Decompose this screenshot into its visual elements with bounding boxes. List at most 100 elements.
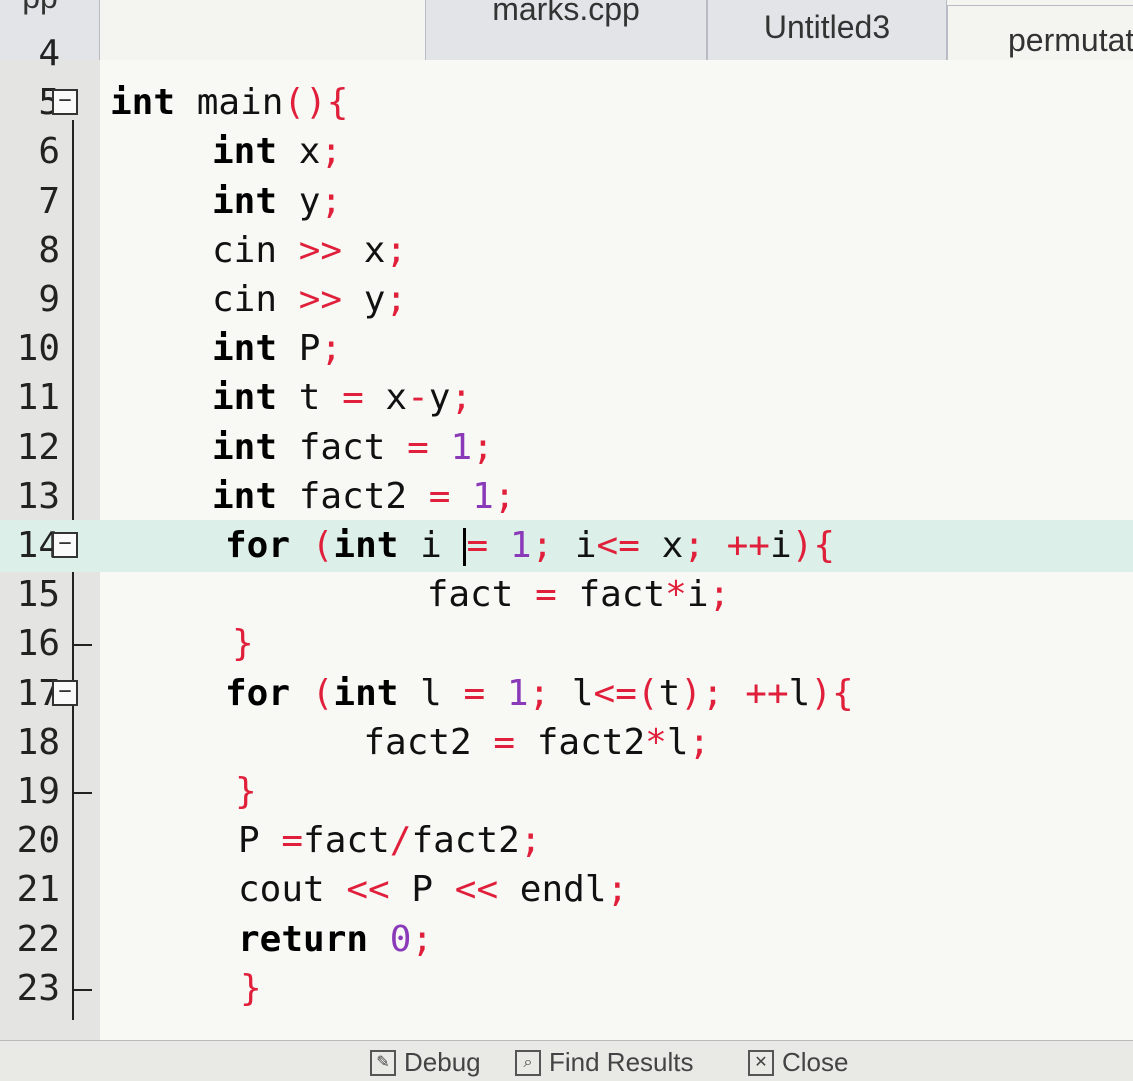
code-line[interactable]: 10 int P;: [0, 323, 1133, 375]
code-token: ;: [320, 131, 343, 173]
code-token: i: [769, 525, 792, 566]
code-token: fact2: [320, 721, 494, 763]
code-token: l: [398, 672, 464, 714]
code-line[interactable]: 19}: [0, 766, 1133, 818]
code-line[interactable]: 13 int fact2 = 1;: [0, 471, 1133, 523]
code-line[interactable]: 22 return 0;: [0, 914, 1133, 966]
fold-end-marker: [72, 792, 92, 794]
code-token: P: [277, 328, 321, 370]
code-token: 0: [368, 918, 412, 960]
line-number: 21: [16, 869, 60, 911]
code-text: int fact = 1;: [212, 422, 494, 474]
code-token: ;: [472, 426, 494, 468]
code-token: x: [363, 377, 408, 419]
code-line[interactable]: 20 P =fact/fact2;: [0, 815, 1133, 867]
line-number: 4: [38, 33, 60, 74]
code-token: =: [535, 574, 557, 616]
code-line[interactable]: 7 int y;: [0, 176, 1133, 228]
code-text: cin >> x;: [212, 225, 407, 277]
code-text: int t = x-y;: [212, 372, 472, 424]
code-token: x: [277, 131, 321, 173]
code-token: i: [553, 525, 597, 566]
tab-label: marks.cpp: [492, 0, 640, 27]
code-token: 1: [485, 672, 529, 714]
debug-tab[interactable]: ✎ Debug: [370, 1047, 481, 1078]
code-token: P: [389, 869, 455, 911]
code-token: t: [658, 672, 681, 714]
code-line[interactable]: 14− for (int i = 1; i<= x; ++i){: [0, 520, 1133, 572]
code-line[interactable]: 8 cin >> x;: [0, 225, 1133, 277]
code-text: int main(){: [110, 77, 348, 129]
find-results-tab[interactable]: ⌕ Find Results: [515, 1047, 694, 1078]
code-token: ;: [688, 721, 711, 763]
code-line[interactable]: 17− for (int l = 1; l<=(t); ++l){: [0, 668, 1133, 720]
close-label: Close: [782, 1047, 849, 1077]
fold-toggle-icon[interactable]: −: [52, 679, 78, 706]
code-token: main: [175, 82, 284, 124]
code-token: 1: [450, 475, 494, 517]
code-token: }: [235, 771, 257, 812]
code-token: <<: [454, 869, 499, 911]
code-token: ;: [320, 180, 343, 222]
line-number: 7: [38, 180, 60, 222]
code-token: ;: [528, 672, 572, 714]
code-token: ;: [606, 869, 629, 911]
line-number: 16: [16, 623, 60, 665]
line-number: 9: [38, 279, 60, 320]
code-text: int y;: [212, 176, 342, 228]
code-line[interactable]: 6 int x;: [0, 126, 1133, 178]
code-line[interactable]: 12 int fact = 1;: [0, 422, 1133, 474]
code-token: P: [238, 820, 282, 862]
code-token: =: [407, 426, 429, 468]
code-line[interactable]: 16}: [0, 618, 1133, 670]
code-token: *: [665, 574, 687, 616]
code-token: ;: [708, 574, 731, 616]
code-token: y: [342, 279, 386, 320]
find-results-label: Find Results: [549, 1047, 694, 1077]
line-number: 23: [16, 967, 60, 1009]
line-number: 19: [16, 771, 60, 812]
code-line[interactable]: 15 fact = fact*i;: [0, 569, 1133, 621]
code-token: -: [407, 377, 429, 419]
code-token: 1: [488, 525, 532, 566]
fold-end-marker: [72, 988, 92, 991]
code-token: fact2: [515, 721, 646, 763]
line-number: 11: [16, 377, 60, 419]
code-editor[interactable]: 4 5− int main(){6 int x; 7 int y; 8 cin >> x; 9 c…: [0, 33, 1133, 1040]
code-token: i: [686, 574, 709, 616]
code-token: fact2: [277, 475, 429, 517]
code-token: *: [645, 721, 667, 763]
code-token: =: [466, 525, 489, 566]
code-token: <<: [346, 869, 390, 911]
fold-toggle-icon[interactable]: −: [52, 532, 78, 558]
tab-label: pp: [22, 0, 58, 16]
code-text: }: [240, 963, 262, 1015]
code-token: 1: [428, 426, 473, 468]
code-text: fact = fact*i;: [340, 569, 731, 621]
code-token: ){: [791, 525, 836, 566]
code-line[interactable]: 23}: [0, 963, 1133, 1015]
code-text: cin >> y;: [212, 274, 407, 326]
code-line[interactable]: 21 cout << P << endl;: [0, 864, 1133, 916]
code-token: (: [290, 525, 334, 566]
code-token: cin: [212, 279, 299, 320]
code-token: ;: [531, 525, 554, 566]
fold-toggle-icon[interactable]: −: [52, 89, 78, 116]
code-text: int P;: [212, 323, 342, 375]
code-line[interactable]: 18 fact2 = fact2*l;: [0, 717, 1133, 769]
code-token: =: [428, 475, 451, 517]
line-number: 22: [16, 918, 60, 960]
code-token: int: [110, 82, 176, 124]
code-line[interactable]: 9 cin >> y;: [0, 274, 1133, 326]
code-text: }: [235, 766, 257, 818]
code-token: return: [238, 918, 369, 960]
code-token: ); ++: [680, 672, 789, 714]
code-line[interactable]: 11 int t = x-y;: [0, 372, 1133, 424]
code-token: cout: [238, 869, 347, 911]
code-line[interactable]: 5− int main(){: [0, 77, 1133, 129]
line-number: 10: [16, 328, 60, 370]
code-token: for: [225, 525, 291, 566]
code-token: x: [342, 229, 386, 271]
code-line[interactable]: 4: [0, 28, 1133, 80]
close-button[interactable]: ✕ Close: [748, 1047, 848, 1078]
